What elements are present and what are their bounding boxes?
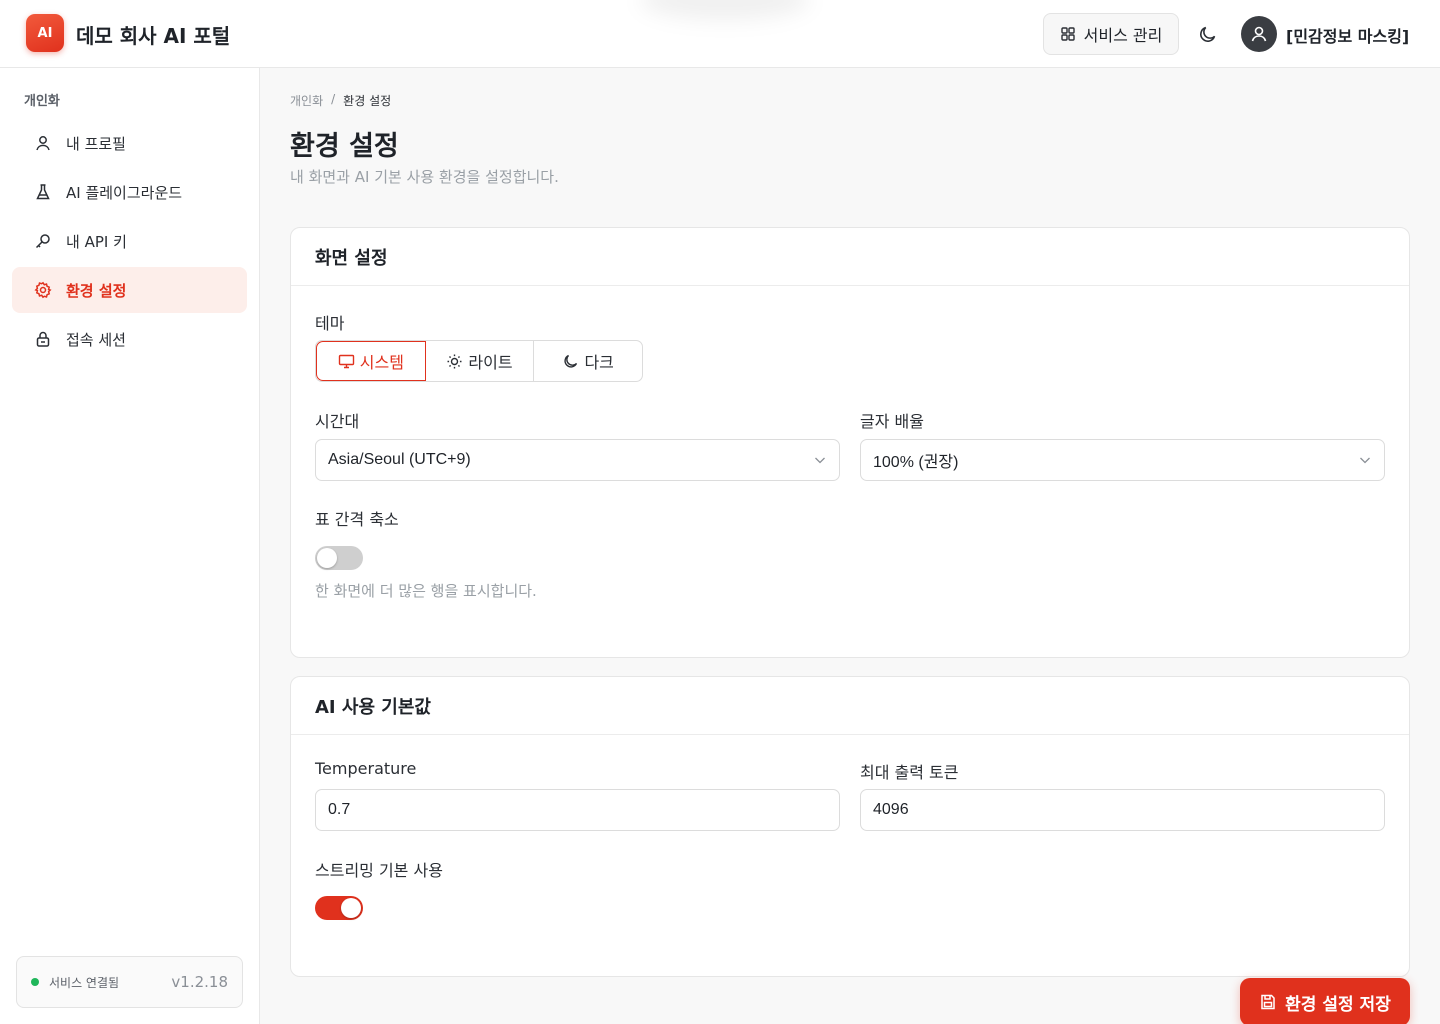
font-scale-value: 100% (권장) [873, 454, 959, 471]
service-management-button[interactable]: 서비스 관리 [1043, 13, 1179, 55]
sidebar-item-profile[interactable]: 내 프로필 [12, 120, 247, 166]
breadcrumb: 개인화 / 환경 설정 [290, 92, 391, 109]
timezone-select[interactable]: Asia/Seoul (UTC+9) [315, 439, 840, 481]
moon-icon [564, 354, 578, 368]
streaming-toggle[interactable] [315, 896, 363, 920]
app-version: v1.2.18 [171, 973, 228, 991]
chevron-down-icon [815, 457, 825, 464]
user-icon [36, 136, 50, 151]
sidebar-item-label: 내 API 키 [66, 232, 127, 251]
flask-icon [36, 184, 50, 200]
lock-icon [36, 331, 50, 347]
page-title: 환경 설정 [290, 131, 399, 162]
avatar[interactable] [1241, 16, 1277, 52]
max-tokens-input[interactable]: 4096 [860, 789, 1385, 831]
page-description: 내 화면과 AI 기본 사용 환경을 설정합니다. [290, 168, 559, 186]
sidebar-item-api-key[interactable]: 내 API 키 [12, 218, 247, 264]
service-status: 서비스 연결됨 v1.2.18 [16, 956, 243, 1008]
streaming-label: 스트리밍 기본 사용 [315, 861, 443, 880]
font-scale-select[interactable]: 100% (권장) [860, 439, 1385, 481]
breadcrumb-parent[interactable]: 개인화 [290, 92, 323, 109]
top-header: AI 데모 회사 AI 포털 서비스 관리 [민감정보 마스킹] [0, 0, 1440, 68]
max-tokens-label: 최대 출력 토큰 [860, 763, 959, 782]
gear-icon [34, 281, 52, 299]
theme-selector: 시스템 라이트 다크 [315, 340, 643, 382]
theme-label: 테마 [315, 314, 345, 333]
monitor-icon [338, 354, 354, 368]
save-icon [1261, 994, 1275, 1010]
temperature-label: Temperature [315, 759, 417, 778]
toggle-knob [341, 898, 361, 918]
status-text: 서비스 연결됨 [49, 975, 120, 990]
sidebar: 개인화 내 프로필 AI 플레이그라운드 내 API 키 환경 설정 접속 세션… [0, 68, 260, 1024]
theme-option-light[interactable]: 라이트 [426, 341, 535, 381]
display-settings-title: 화면 설정 [291, 228, 1409, 286]
compact-table-label: 표 간격 축소 [315, 510, 399, 529]
chevron-down-icon [1360, 457, 1370, 464]
breadcrumb-current: 환경 설정 [343, 94, 392, 108]
font-scale-label: 글자 배율 [860, 412, 924, 431]
theme-option-dark[interactable]: 다크 [534, 341, 642, 381]
compact-table-toggle[interactable] [315, 546, 363, 570]
ai-defaults-card: AI 사용 기본값 Temperature 0.7 최대 출력 토큰 4096 … [290, 676, 1410, 977]
save-settings-label: 환경 설정 저장 [1285, 994, 1391, 1015]
key-icon [35, 234, 50, 249]
sidebar-section-title: 개인화 [24, 94, 60, 109]
temperature-input[interactable]: 0.7 [315, 789, 840, 831]
compact-table-hint: 한 화면에 더 많은 행을 표시합니다. [315, 582, 537, 600]
theme-option-system[interactable]: 시스템 [316, 341, 426, 381]
app-logo[interactable]: AI [26, 14, 64, 52]
display-settings-card: 화면 설정 테마 시스템 라이트 다크 시간대 Asia/Seoul (UTC+… [290, 227, 1410, 658]
dark-mode-toggle[interactable] [1192, 18, 1224, 50]
timezone-value: Asia/Seoul (UTC+9) [328, 451, 471, 468]
sidebar-item-label: 환경 설정 [66, 281, 127, 300]
theme-option-label: 시스템 [359, 353, 404, 372]
save-settings-button[interactable]: 환경 설정 저장 [1240, 978, 1410, 1024]
sidebar-item-label: AI 플레이그라운드 [66, 183, 183, 202]
theme-option-label: 다크 [584, 353, 614, 372]
timezone-label: 시간대 [315, 412, 360, 431]
sidebar-item-label: 접속 세션 [66, 330, 126, 349]
header-shadow-decoration [640, 0, 810, 20]
theme-option-label: 라이트 [468, 353, 513, 372]
sun-icon [447, 354, 462, 368]
max-tokens-value: 4096 [873, 801, 909, 818]
user-icon [1251, 26, 1267, 42]
grid-icon [1060, 27, 1075, 41]
status-dot [31, 978, 39, 986]
sidebar-item-sessions[interactable]: 접속 세션 [12, 316, 247, 362]
breadcrumb-separator: / [331, 92, 336, 106]
sidebar-item-label: 내 프로필 [66, 134, 126, 153]
ai-defaults-title: AI 사용 기본값 [291, 677, 1409, 735]
sidebar-item-playground[interactable]: AI 플레이그라운드 [12, 169, 247, 215]
sidebar-item-settings[interactable]: 환경 설정 [12, 267, 247, 313]
app-title[interactable]: 데모 회사 AI 포털 [76, 20, 230, 49]
temperature-value: 0.7 [328, 801, 351, 818]
service-management-label: 서비스 관리 [1083, 26, 1163, 45]
toggle-knob [317, 548, 337, 568]
moon-icon [1200, 26, 1216, 42]
user-name[interactable]: [민감정보 마스킹] [1286, 23, 1409, 47]
